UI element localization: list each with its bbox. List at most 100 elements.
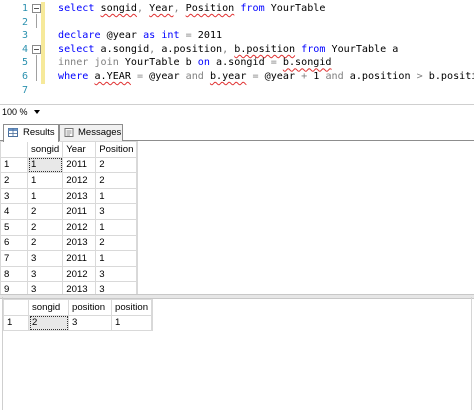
comma: , bbox=[149, 43, 156, 55]
zoom-bar: 100 % bbox=[0, 104, 474, 121]
sql-editor[interactable]: 1 2 3 4 5 6 7 select songid, Year, Posit… bbox=[0, 0, 474, 102]
column-header[interactable]: Year bbox=[62, 141, 97, 158]
line-number: 3 bbox=[21, 30, 28, 42]
table-cell[interactable]: 2 bbox=[95, 156, 138, 174]
column-ref: b.position bbox=[234, 43, 296, 55]
row-number[interactable]: 3 bbox=[0, 187, 28, 205]
table-row[interactable]: 1231 bbox=[3, 314, 153, 332]
table-row[interactable]: 8 3 2012 3 bbox=[0, 265, 138, 283]
column-header[interactable]: songid bbox=[28, 299, 69, 316]
table-row[interactable]: 6 2 2013 2 bbox=[0, 234, 138, 252]
operator: = bbox=[270, 57, 277, 69]
identifier: Position bbox=[185, 3, 235, 14]
row-number[interactable]: 8 bbox=[0, 265, 28, 283]
row-number[interactable]: 4 bbox=[0, 203, 28, 220]
table-cell[interactable]: 1 bbox=[26, 172, 64, 189]
table-cell[interactable]: 2012 bbox=[62, 218, 97, 236]
row-number[interactable]: 7 bbox=[0, 250, 28, 267]
row-number[interactable]: 6 bbox=[0, 234, 28, 252]
table-cell[interactable]: 3 bbox=[26, 250, 64, 267]
table-row[interactable]: 5 2 2012 1 bbox=[0, 218, 138, 236]
collapse-icon[interactable] bbox=[32, 4, 41, 13]
line-number: 5 bbox=[21, 57, 28, 69]
tab-results[interactable]: Results bbox=[3, 124, 59, 142]
comma: , bbox=[137, 3, 144, 14]
column-header[interactable]: position bbox=[68, 299, 112, 316]
table-cell[interactable]: 2011 bbox=[62, 203, 97, 220]
table-cell[interactable]: 2 bbox=[95, 172, 138, 189]
column-header[interactable]: Position bbox=[95, 141, 138, 158]
editor-gutter: 1 2 3 4 5 6 7 bbox=[0, 0, 47, 102]
table-cell[interactable]: 3 bbox=[68, 314, 112, 332]
table-cell[interactable]: 2011 bbox=[62, 156, 97, 174]
keyword: join bbox=[94, 57, 119, 69]
code-line-4: select a.songid, a.position, b.position … bbox=[58, 43, 398, 57]
result-grid-2[interactable]: songid position position 1231 bbox=[3, 299, 154, 332]
row-number[interactable]: 1 bbox=[0, 156, 28, 174]
table-cell[interactable]: 2 bbox=[26, 218, 64, 236]
row-number[interactable]: 1 bbox=[3, 314, 29, 332]
table-cell[interactable]: 3 bbox=[26, 265, 64, 283]
column-header[interactable]: songid bbox=[26, 141, 64, 158]
table-cell[interactable]: 1 bbox=[95, 250, 138, 267]
variable: @year bbox=[106, 30, 138, 42]
table-cell[interactable]: 2 bbox=[95, 234, 138, 252]
column-header[interactable]: position bbox=[110, 299, 153, 316]
line-number: 1 bbox=[21, 3, 28, 14]
grid-header-row: songid Year Position bbox=[0, 141, 138, 158]
zoom-level[interactable]: 100 % bbox=[2, 107, 28, 117]
table-row[interactable]: 1 1 2011 2 bbox=[0, 156, 138, 174]
table-row[interactable]: 7 3 2011 1 bbox=[0, 250, 138, 267]
column-ref: a.songid bbox=[100, 43, 150, 55]
line-number: 2 bbox=[21, 16, 28, 28]
table-name: YourTable bbox=[270, 3, 326, 14]
table-cell[interactable]: 1 bbox=[95, 218, 138, 236]
table-name: YourTable bbox=[124, 57, 180, 69]
table-cell[interactable]: 1 bbox=[26, 187, 64, 205]
table-cell[interactable]: 2 bbox=[26, 203, 64, 220]
line-number: 6 bbox=[21, 71, 28, 82]
result-grid-1[interactable]: songid Year Position 1 1 2011 2 2 1 2012 2 3 1 201… bbox=[0, 141, 139, 298]
column-ref: b.songid bbox=[282, 57, 332, 69]
table-cell[interactable]: 3 bbox=[95, 203, 138, 220]
column-ref: b.position bbox=[428, 71, 474, 82]
keyword: select bbox=[58, 43, 95, 55]
table-cell[interactable]: 2012 bbox=[62, 172, 97, 189]
row-number-header[interactable] bbox=[3, 299, 29, 316]
table-cell[interactable]: 1 bbox=[95, 187, 138, 205]
keyword: where bbox=[58, 71, 89, 82]
table-cell[interactable]: 2012 bbox=[62, 265, 97, 283]
table-cell[interactable]: 1 bbox=[110, 314, 153, 332]
collapse-icon[interactable] bbox=[32, 45, 41, 54]
table-cell[interactable]: 3 bbox=[95, 265, 138, 283]
tab-messages[interactable]: Messages bbox=[59, 124, 123, 141]
row-number-header[interactable] bbox=[0, 141, 28, 158]
table-cell[interactable]: 1 bbox=[26, 156, 64, 174]
keyword: declare bbox=[58, 30, 101, 42]
keyword: from bbox=[240, 3, 265, 14]
line-number: 4 bbox=[21, 43, 28, 55]
row-number[interactable]: 5 bbox=[0, 218, 28, 236]
line-number: 7 bbox=[21, 84, 28, 96]
table-cell[interactable]: 2011 bbox=[62, 250, 97, 267]
table-cell[interactable]: 2 bbox=[26, 234, 64, 252]
keyword: and bbox=[185, 71, 204, 82]
keyword: int bbox=[161, 30, 180, 42]
column-ref: a.position bbox=[161, 43, 223, 55]
table-cell[interactable]: 2013 bbox=[62, 187, 97, 205]
table-row[interactable]: 4 2 2011 3 bbox=[0, 203, 138, 220]
table-row[interactable]: 2 1 2012 2 bbox=[0, 172, 138, 189]
operator: > bbox=[416, 71, 423, 82]
table-name: YourTable bbox=[331, 43, 387, 55]
table-cell[interactable]: 2 bbox=[28, 314, 69, 332]
chevron-down-icon[interactable] bbox=[34, 110, 40, 114]
code-line-5: inner join YourTable b on a.songid = b.s… bbox=[58, 56, 332, 70]
tab-label: Results bbox=[23, 127, 55, 138]
variable: @year bbox=[149, 71, 180, 82]
alias: b bbox=[185, 57, 192, 69]
table-cell[interactable]: 2013 bbox=[62, 234, 97, 252]
row-number[interactable]: 2 bbox=[0, 172, 28, 189]
column-ref: b.year bbox=[209, 71, 247, 82]
code-line-3: declare @year as int = 2011 bbox=[58, 29, 222, 43]
table-row[interactable]: 3 1 2013 1 bbox=[0, 187, 138, 205]
